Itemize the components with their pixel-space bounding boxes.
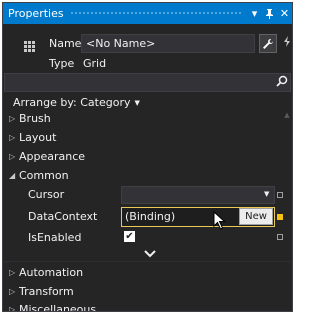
divider	[4, 261, 291, 262]
category-label: Automation	[19, 265, 84, 279]
expand-icon[interactable]: ▷	[9, 114, 19, 123]
datacontext-label: DataContext	[28, 209, 98, 223]
category-brush[interactable]: ▷ Brush	[9, 109, 51, 127]
category-label: Brush	[19, 111, 51, 125]
pin-icon[interactable]	[262, 4, 277, 23]
chevron-down-icon: ▼	[134, 98, 140, 107]
collapse-icon[interactable]: ◢	[9, 171, 19, 180]
scrollbar[interactable]: ▲	[282, 111, 292, 311]
category-label: Transform	[19, 284, 74, 298]
wrench-icon[interactable]	[259, 34, 277, 53]
type-label: Type	[49, 57, 75, 70]
close-icon[interactable]: ✕	[277, 4, 292, 23]
properties-panel: Properties ▾ ✕ Name <No Name> Type Grid …	[2, 2, 293, 312]
cursor-label: Cursor	[28, 187, 65, 201]
new-button[interactable]: New	[239, 208, 273, 225]
category-label: Miscellaneous	[19, 302, 97, 312]
category-label: Layout	[19, 130, 57, 144]
category-label: Appearance	[19, 149, 86, 163]
expand-icon[interactable]: ▷	[9, 287, 19, 296]
expand-icon[interactable]: ▷	[9, 152, 19, 161]
category-appearance[interactable]: ▷ Appearance	[9, 147, 85, 165]
scroll-up-icon[interactable]: ▲	[283, 111, 291, 119]
panel-title: Properties	[8, 7, 64, 20]
cursor-dropdown[interactable]	[121, 186, 275, 204]
chevron-down-icon[interactable]: ▾	[247, 4, 262, 23]
lightning-icon[interactable]	[283, 36, 291, 50]
isenabled-label: IsEnabled	[28, 230, 82, 244]
type-value: Grid	[83, 57, 107, 70]
arrange-label: Arrange by: Category	[13, 96, 131, 109]
property-marker-datacontext[interactable]	[277, 214, 283, 220]
isenabled-checkbox[interactable]: ✔	[124, 231, 135, 242]
category-automation[interactable]: ▷ Automation	[9, 263, 83, 281]
grid-icon	[24, 41, 36, 53]
category-miscellaneous[interactable]: ▷ Miscellaneous	[9, 300, 96, 312]
title-grip	[69, 11, 241, 16]
name-field[interactable]: <No Name>	[81, 34, 255, 53]
category-layout[interactable]: ▷ Layout	[9, 128, 56, 146]
search-input[interactable]	[4, 73, 291, 92]
name-label: Name	[49, 37, 82, 50]
property-marker-cursor[interactable]	[277, 192, 283, 198]
chevron-down-icon[interactable]	[143, 249, 157, 259]
category-transform[interactable]: ▷ Transform	[9, 282, 74, 300]
expand-icon[interactable]: ▷	[9, 133, 19, 142]
arrange-by-dropdown[interactable]: Arrange by: Category ▼	[13, 96, 140, 109]
category-common[interactable]: ◢ Common	[9, 166, 69, 184]
search-icon[interactable]	[276, 75, 288, 90]
mouse-pointer-icon	[213, 211, 226, 230]
expand-icon[interactable]: ▷	[9, 268, 19, 277]
category-label: Common	[19, 168, 69, 182]
title-bar[interactable]: Properties ▾ ✕	[3, 3, 292, 24]
property-marker-isenabled[interactable]	[277, 234, 283, 240]
expand-icon[interactable]: ▷	[9, 305, 19, 312]
